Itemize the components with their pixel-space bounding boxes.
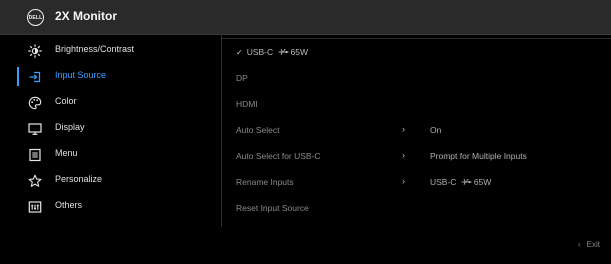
- menu-item-display[interactable]: Display: [0, 116, 221, 142]
- value-label: USB-C: [430, 177, 457, 187]
- menu-item-label: Others: [55, 200, 83, 210]
- display-icon: [27, 121, 43, 137]
- menu-icon: [27, 147, 43, 163]
- option-auto-select[interactable]: Auto Select: [236, 125, 279, 135]
- menu-divider: [221, 34, 222, 227]
- option-hdmi[interactable]: HDMI: [236, 99, 258, 109]
- menu-item-label: Menu: [55, 148, 78, 158]
- menu-item-brightness-contrast[interactable]: Brightness/Contrast: [0, 38, 221, 64]
- options-divider: [222, 38, 611, 39]
- input-source-icon: [27, 69, 43, 85]
- value-suffix: 65W: [473, 177, 492, 187]
- monitor-model-title: 2X Monitor: [55, 9, 117, 23]
- chevron-right-icon: ›: [402, 176, 405, 186]
- auto-select-value: On: [430, 125, 442, 135]
- color-palette-icon: [27, 95, 43, 111]
- chevron-left-icon: ‹: [577, 240, 581, 249]
- menu-item-color[interactable]: Color: [0, 90, 221, 116]
- option-label: USB-C: [246, 47, 274, 57]
- chevron-right-icon: ›: [402, 150, 405, 160]
- menu-item-label: Brightness/Contrast: [55, 44, 135, 54]
- menu-item-personalize[interactable]: Personalize: [0, 168, 221, 194]
- usb-power-icon: [461, 178, 472, 188]
- exit-label: Exit: [586, 240, 600, 249]
- usb-power-icon: [278, 48, 289, 58]
- others-icon: [27, 199, 43, 215]
- auto-select-usb-c-value: Prompt for Multiple Inputs: [430, 151, 527, 161]
- menu-item-label: Input Source: [55, 70, 107, 80]
- option-reset-input-source[interactable]: Reset Input Source: [236, 203, 309, 213]
- option-dp[interactable]: DP: [236, 73, 248, 83]
- brightness-icon: [27, 43, 43, 59]
- option-rename-inputs[interactable]: Rename Inputs: [236, 177, 294, 187]
- menu-item-others[interactable]: Others: [0, 194, 221, 220]
- option-auto-select-usb-c[interactable]: Auto Select for USB-C: [236, 151, 321, 161]
- menu-item-menu[interactable]: Menu: [0, 142, 221, 168]
- checkmark-icon: ✓: [236, 48, 243, 57]
- rename-inputs-value: USB-C 65W: [430, 177, 491, 188]
- menu-item-label: Color: [55, 96, 77, 106]
- chevron-right-icon: ›: [402, 124, 405, 134]
- option-suffix: 65W: [290, 47, 309, 57]
- exit-button[interactable]: ‹ Exit: [578, 240, 600, 249]
- dell-logo: DELL: [27, 9, 44, 26]
- menu-item-label: Display: [55, 122, 85, 132]
- osd-header: DELL 2X Monitor: [0, 0, 611, 35]
- option-usb-c[interactable]: ✓ USB-C 65W: [236, 47, 308, 58]
- star-icon: [27, 173, 43, 189]
- menu-item-label: Personalize: [55, 174, 103, 184]
- menu-item-input-source[interactable]: Input Source: [0, 64, 221, 90]
